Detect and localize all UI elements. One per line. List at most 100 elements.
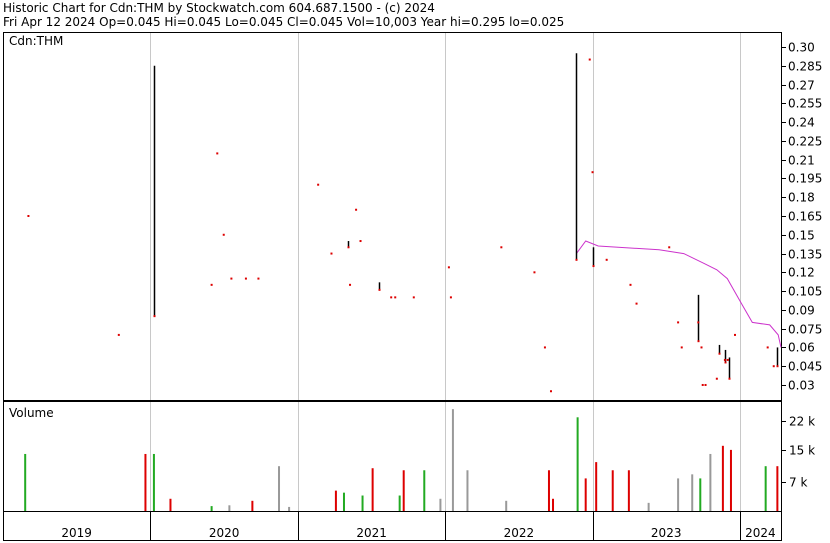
price-close-mark: [718, 352, 721, 355]
volume-bar: [278, 466, 281, 511]
price-point: [680, 346, 683, 349]
price-point: [766, 346, 769, 349]
price-tick-label: 0.30: [788, 41, 815, 55]
grid-lines: [150, 32, 741, 540]
price-tick-label: 0.06: [788, 341, 815, 355]
price-tick-label: 0.24: [788, 116, 815, 130]
price-close-mark: [776, 365, 779, 368]
price-point: [723, 358, 726, 361]
volume-bar: [210, 506, 213, 511]
price-point: [726, 358, 729, 361]
price-point: [668, 246, 671, 249]
price-point: [222, 233, 225, 236]
price-point: [549, 390, 552, 393]
price-point: [210, 283, 213, 286]
volume-tick-label: 7 k: [789, 476, 807, 490]
price-tick-label: 0.27: [788, 79, 815, 93]
price-point: [330, 252, 333, 255]
price-tick-label: 0.075: [788, 323, 822, 337]
price-point: [216, 152, 219, 155]
volume-bar: [466, 470, 469, 511]
price-tick-label: 0.165: [788, 210, 822, 224]
volume-series: [24, 409, 779, 511]
volume-bar: [361, 495, 364, 511]
price-panel-frame: [3, 32, 782, 401]
volume-bar: [342, 492, 345, 511]
volume-tick-label: 22 k: [789, 415, 815, 429]
price-close-mark: [378, 288, 381, 291]
axis-labels: 0.30 0.285 0.27 0.255 0.24 0.225 0.21 0.195 0.18…: [61, 41, 822, 541]
price-point: [733, 333, 736, 336]
volume-bar: [398, 495, 401, 511]
price-panel-title: Cdn:THM: [9, 34, 63, 48]
price-point: [230, 277, 233, 280]
year-label: 2024: [745, 526, 776, 540]
price-point: [772, 365, 775, 368]
volume-bar: [169, 498, 172, 511]
price-point: [629, 283, 632, 286]
price-point: [500, 246, 503, 249]
price-tick-label: 0.21: [788, 154, 815, 168]
price-point: [394, 296, 397, 299]
volume-bar: [595, 462, 598, 511]
price-point: [257, 277, 260, 280]
price-tick-label: 0.12: [788, 266, 815, 280]
price-tick-label: 0.105: [788, 285, 822, 299]
volume-bar: [228, 505, 231, 511]
volume-bar: [451, 409, 454, 511]
volume-bar: [152, 453, 155, 511]
volume-bar: [439, 498, 442, 511]
year-label: 2019: [61, 526, 92, 540]
volume-bar: [691, 474, 694, 511]
price-tick-label: 0.18: [788, 191, 815, 205]
price-close-mark: [728, 377, 731, 380]
price-point: [355, 208, 358, 211]
price-point: [244, 277, 247, 280]
volume-bar: [24, 453, 27, 511]
volume-bar: [709, 453, 712, 511]
price-point: [704, 383, 707, 386]
year-label: 2022: [504, 526, 535, 540]
price-point: [543, 346, 546, 349]
volume-bar: [647, 502, 650, 511]
volume-bar: [288, 506, 291, 511]
year-label: 2021: [356, 526, 387, 540]
price-point: [715, 377, 718, 380]
price-tick-label: 0.03: [788, 379, 815, 393]
price-close-mark: [697, 340, 700, 343]
price-point: [390, 296, 393, 299]
volume-panel-frame: [3, 401, 782, 512]
moving-average: [575, 240, 782, 348]
year-label: 2023: [651, 526, 682, 540]
stock-chart: 0.30 0.285 0.27 0.255 0.24 0.225 0.21 0.195 0.18…: [3, 32, 822, 541]
price-point: [588, 58, 591, 61]
volume-bar: [721, 445, 724, 511]
volume-bar: [547, 470, 550, 511]
price-point: [677, 321, 680, 324]
volume-bar: [677, 478, 680, 511]
chart-frames: [3, 32, 782, 541]
volume-panel-title: Volume: [9, 406, 54, 420]
price-point: [359, 240, 362, 243]
volume-bar: [627, 470, 630, 511]
price-point: [117, 333, 120, 336]
volume-bar: [552, 498, 555, 511]
volume-bar: [371, 468, 374, 511]
price-point: [449, 296, 452, 299]
price-point: [317, 183, 320, 186]
price-tick-label: 0.09: [788, 304, 815, 318]
price-close-mark: [592, 265, 595, 268]
volume-bar: [576, 417, 579, 511]
moving-average-line: [575, 240, 782, 348]
year-label: 2020: [209, 526, 240, 540]
price-tick-label: 0.195: [788, 172, 822, 186]
volume-bar: [334, 490, 337, 511]
price-point: [605, 258, 608, 261]
price-tick-label: 0.135: [788, 248, 822, 262]
volume-bar: [764, 466, 767, 511]
volume-bar: [423, 470, 426, 511]
price-tick-label: 0.15: [788, 229, 815, 243]
price-point: [700, 346, 703, 349]
price-close-mark: [724, 361, 727, 364]
price-point: [349, 283, 352, 286]
